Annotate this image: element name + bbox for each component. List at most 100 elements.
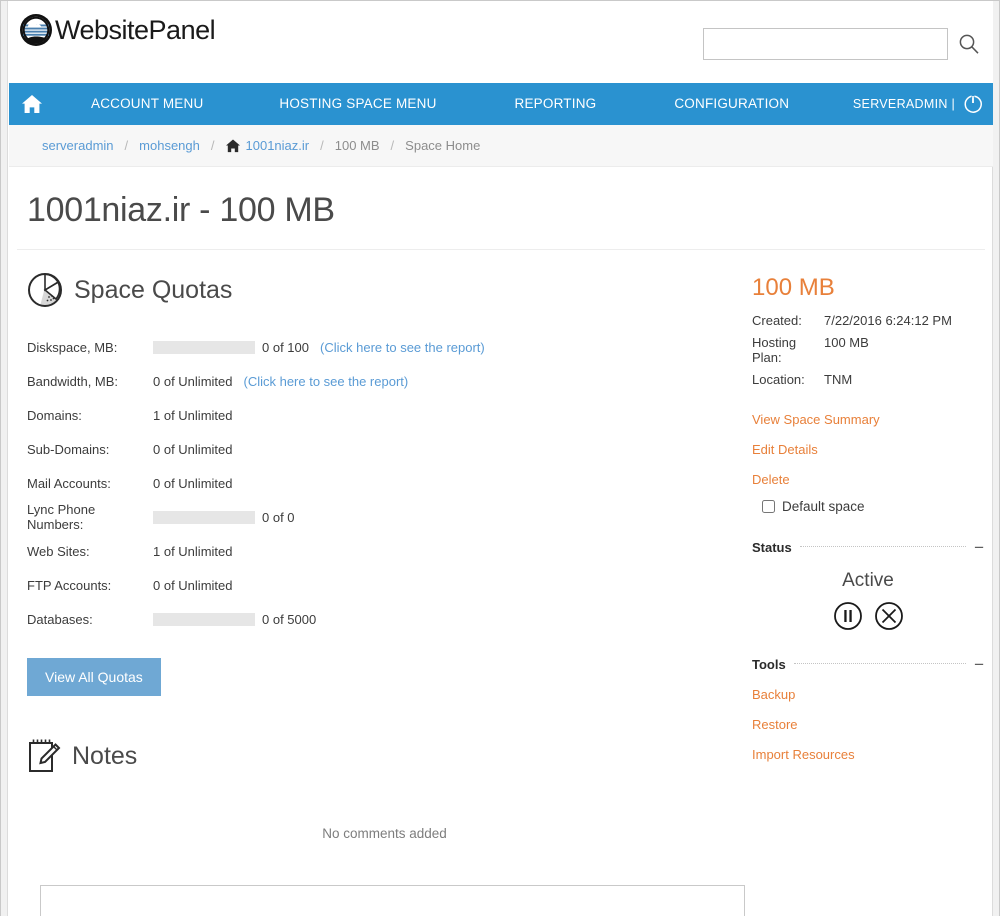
quota-value: 0 of Unlimited (153, 577, 233, 593)
default-space-label: Default space (782, 499, 865, 514)
right-scrollbar-strip[interactable] (992, 1, 999, 916)
globe-cloud-logo-icon (20, 14, 52, 46)
nav-item-configuration[interactable]: CONFIGURATION (656, 83, 807, 125)
quota-label: Databases: (27, 611, 93, 627)
quota-label: Lync Phone Numbers: (27, 502, 96, 532)
breadcrumb-separator: / (320, 138, 324, 153)
breadcrumb-separator: / (210, 138, 215, 153)
power-icon[interactable] (963, 94, 983, 114)
dotted-divider (799, 545, 967, 547)
info-value: 7/22/2016 6:24:12 PM (824, 313, 952, 328)
quota-label: Diskspace, MB: (27, 339, 118, 355)
breadcrumb-separator: / (390, 138, 395, 153)
quota-progress-bar (153, 612, 255, 626)
quota-label: Web Sites: (27, 543, 90, 559)
pause-circle-icon[interactable] (833, 601, 863, 631)
quota-row: Lync Phone Numbers: 0 of 0 (27, 500, 744, 534)
restore-link[interactable]: Restore (752, 717, 984, 732)
cancel-circle-icon[interactable] (874, 601, 904, 631)
quota-report-link[interactable]: (Click here to see the report) (320, 340, 485, 355)
default-space-row: Default space (762, 499, 984, 514)
tools-panel-header: Tools − (752, 656, 984, 673)
breadcrumb-item-1001niaz-label[interactable]: 1001niaz.ir (246, 138, 310, 153)
breadcrumb-item-space-home: Space Home (405, 138, 481, 153)
info-key: Created: (752, 313, 802, 328)
quota-row: Databases: 0 of 5000 (27, 602, 744, 636)
breadcrumb: serveradmin / mohsengh / 1001niaz.ir / 1… (9, 125, 993, 167)
brand-name: WebsitePanel (55, 14, 216, 45)
home-icon (22, 95, 42, 113)
breadcrumb-item-mohsengh[interactable]: mohsengh (139, 138, 200, 153)
search-area (703, 28, 980, 60)
quota-value: 0 of 0 (262, 509, 295, 525)
tools-panel-title: Tools (752, 657, 786, 672)
page-content: Space Quotas Diskspace, MB: 0 of 100 (Cl… (9, 250, 993, 916)
default-space-checkbox[interactable] (762, 500, 775, 513)
note-textarea[interactable] (40, 885, 745, 916)
nav-item-account-menu[interactable]: ACCOUNT MENU (73, 83, 221, 125)
quota-row: Bandwidth, MB: 0 of Unlimited (Click her… (27, 364, 744, 398)
search-icon[interactable] (958, 33, 980, 55)
breadcrumb-item-1001niaz[interactable]: 1001niaz.ir (225, 138, 310, 153)
info-row-created: Created: 7/22/2016 6:24:12 PM (752, 313, 984, 328)
quota-value: 1 of Unlimited (153, 543, 233, 559)
current-user-label[interactable]: SERVERADMIN | (853, 97, 955, 111)
notepad-pencil-icon (29, 739, 61, 772)
quota-row: Web Sites: 1 of Unlimited (27, 534, 744, 568)
search-input[interactable] (703, 28, 948, 60)
pie-chart-icon (28, 273, 62, 307)
info-row-hosting-plan: Hosting Plan: 100 MB (752, 335, 984, 365)
import-resources-link[interactable]: Import Resources (752, 747, 984, 762)
status-panel-header: Status − (752, 539, 984, 556)
status-action-icons (752, 601, 984, 631)
page-title: 1001niaz.ir - 100 MB (27, 191, 335, 229)
tools-panel-collapse-toggle[interactable]: − (974, 656, 984, 673)
quota-value: 0 of 5000 (262, 611, 317, 627)
quota-row: Mail Accounts: 0 of Unlimited (27, 466, 744, 500)
sidebar-title: 100 MB (752, 274, 835, 301)
view-space-summary-link[interactable]: View Space Summary (752, 412, 984, 427)
quota-row: FTP Accounts: 0 of Unlimited (27, 568, 744, 602)
sidebar: 100 MB Created: 7/22/2016 6:24:12 PM Hos… (744, 250, 984, 916)
quota-value: 1 of Unlimited (153, 407, 233, 423)
nav-item-reporting[interactable]: REPORTING (497, 83, 615, 125)
nav-home-button[interactable] (9, 83, 55, 125)
quota-report-link[interactable]: (Click here to see the report) (243, 374, 408, 389)
breadcrumb-item-100mb: 100 MB (334, 138, 380, 153)
backup-link[interactable]: Backup (752, 687, 984, 702)
browser-page: WebsitePanel ACCOUNT MENU HOSTING SPACE … (0, 0, 1000, 916)
breadcrumb-item-serveradmin[interactable]: serveradmin (42, 138, 114, 153)
dotted-divider (793, 662, 967, 664)
brand-logo[interactable]: WebsitePanel (19, 13, 216, 47)
quota-value: 0 of 100 (262, 339, 309, 355)
status-value: Active (842, 570, 894, 591)
left-edge-strip (1, 1, 8, 916)
main-navbar: ACCOUNT MENU HOSTING SPACE MENU REPORTIN… (9, 83, 993, 125)
main-column: Space Quotas Diskspace, MB: 0 of 100 (Cl… (9, 250, 745, 916)
delete-link[interactable]: Delete (752, 472, 984, 487)
quota-progress-bar (153, 510, 255, 524)
info-key: Location: (752, 372, 805, 387)
edit-details-link[interactable]: Edit Details (752, 442, 984, 457)
nav-items: ACCOUNT MENU HOSTING SPACE MENU REPORTIN… (55, 83, 807, 125)
nav-user-area: SERVERADMIN | (853, 83, 983, 125)
notes-title: Notes (72, 741, 138, 770)
quota-value: 0 of Unlimited (153, 475, 233, 491)
quota-label: Bandwidth, MB: (27, 373, 119, 389)
info-value: 100 MB (824, 335, 869, 350)
quota-row: Diskspace, MB: 0 of 100 (Click here to s… (27, 330, 744, 364)
status-panel-title: Status (752, 540, 792, 555)
quota-progress-bar (153, 340, 255, 354)
notes-header: Notes (27, 738, 744, 774)
quotas-list: Diskspace, MB: 0 of 100 (Click here to s… (27, 330, 744, 636)
quota-label: Sub-Domains: (27, 441, 110, 457)
view-all-quotas-button[interactable]: View All Quotas (27, 658, 161, 696)
quota-row: Sub-Domains: 0 of Unlimited (27, 432, 744, 466)
quota-label: Mail Accounts: (27, 475, 111, 491)
nav-item-hosting-space-menu[interactable]: HOSTING SPACE MENU (261, 83, 454, 125)
quota-label: FTP Accounts: (27, 577, 112, 593)
status-panel-body: Active (752, 570, 984, 631)
space-quotas-header: Space Quotas (27, 272, 744, 308)
quota-value: 0 of Unlimited (153, 373, 233, 389)
status-panel-collapse-toggle[interactable]: − (974, 539, 984, 556)
